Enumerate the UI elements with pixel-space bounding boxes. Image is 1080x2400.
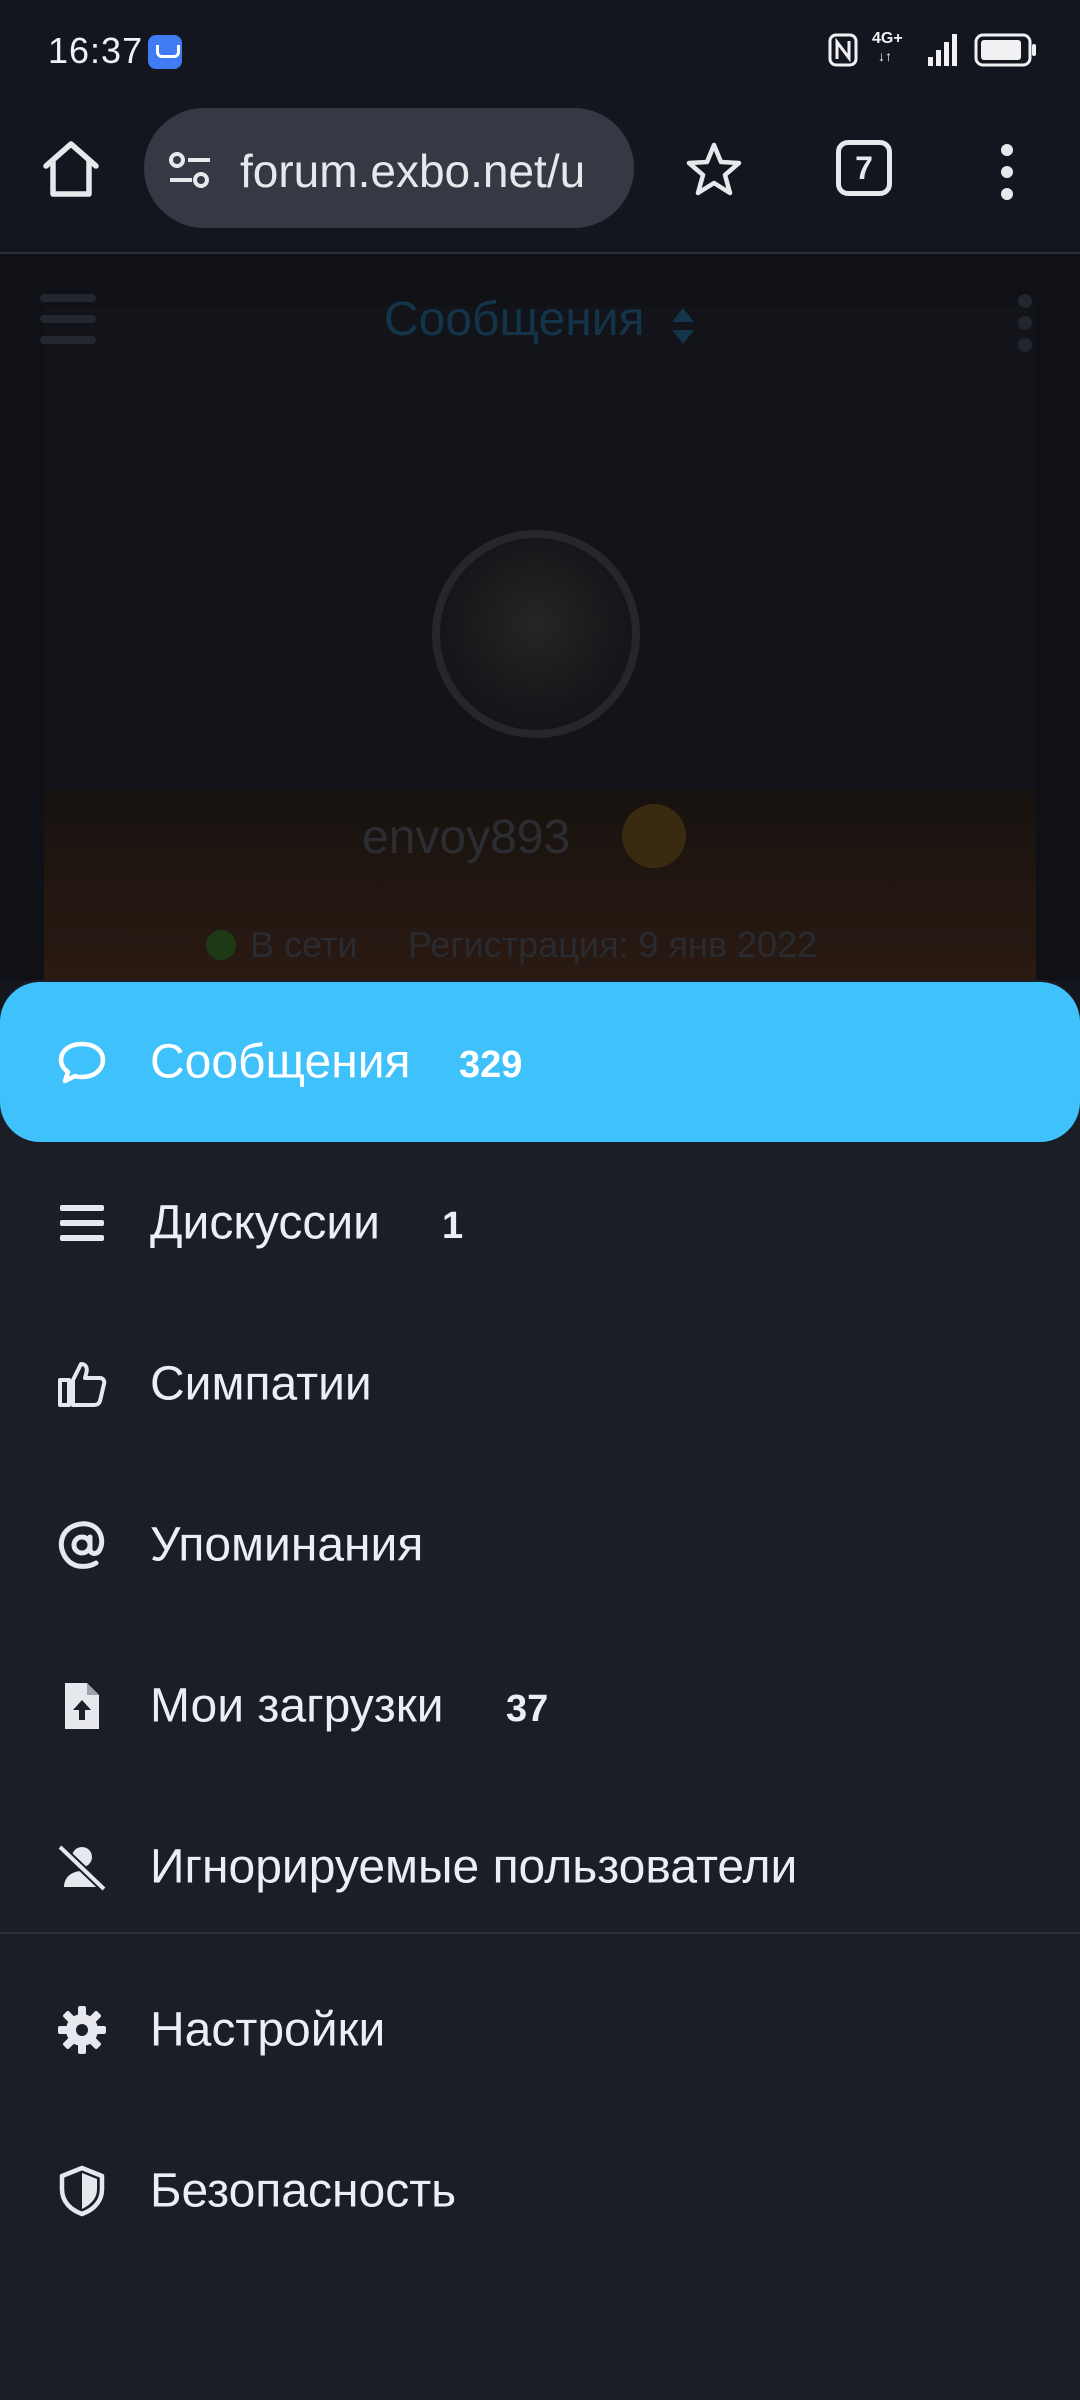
- url-bar[interactable]: forum.exbo.net/u: [144, 108, 634, 228]
- url-text[interactable]: forum.exbo.net/u: [240, 144, 618, 198]
- menu-item-label: Дискуссии: [150, 1196, 380, 1250]
- list-icon: [60, 1205, 104, 1241]
- file-upload-icon: [65, 1683, 99, 1729]
- at-sign-icon: [58, 1521, 105, 1569]
- skull-badge-icon: [622, 804, 686, 868]
- site-settings-icon[interactable]: [168, 148, 212, 192]
- page-header-title: Сообщения: [384, 293, 645, 346]
- signal-icon: [928, 34, 957, 66]
- menu-item-security[interactable]: Безопасность: [0, 2111, 1080, 2271]
- nfc-icon: [828, 33, 858, 67]
- gear-icon: [58, 2006, 106, 2054]
- network-type-icon: 4G+ ↓↑: [872, 30, 903, 64]
- menu-item-likes[interactable]: Симпатии: [0, 1304, 1080, 1464]
- user-slash-icon: [57, 1844, 107, 1892]
- menu-item-uploads[interactable]: Мои загрузки 37: [0, 1626, 1080, 1786]
- menu-item-label: Настройки: [150, 2003, 386, 2057]
- comment-icon: [58, 1041, 106, 1084]
- page-behind-overlay[interactable]: Сообщения envoy893 В сети Регистрация: 9…: [0, 254, 1080, 980]
- more-vert-icon[interactable]: [992, 142, 1022, 202]
- network-type-label: 4G+: [872, 30, 903, 47]
- page-more-icon: [1018, 294, 1034, 354]
- menu-item-ignored-users[interactable]: Игнорируемые пользователи: [0, 1787, 1080, 1947]
- menu-item-label: Мои загрузки: [150, 1679, 444, 1733]
- menu-item-count: 1: [442, 1204, 464, 1247]
- hamburger-icon: [40, 294, 96, 344]
- registration-date: Регистрация: 9 янв 2022: [408, 924, 818, 965]
- menu-item-label: Упоминания: [150, 1518, 424, 1572]
- menu-item-label: Сообщения: [150, 1035, 411, 1089]
- thumbs-up-icon: [58, 1362, 107, 1407]
- online-status-icon: [206, 930, 236, 960]
- menu-item-label: Игнорируемые пользователи: [150, 1840, 798, 1894]
- home-icon[interactable]: [38, 136, 104, 202]
- menu-divider: [0, 1932, 1080, 1934]
- menu-item-count: 37: [506, 1687, 549, 1730]
- status-bar: 16:37 4G+ ↓↑: [0, 0, 1080, 104]
- menu-item-settings[interactable]: Настройки: [0, 1950, 1080, 2110]
- bookmark-star-icon[interactable]: [684, 140, 744, 200]
- online-status-label: В сети: [250, 924, 358, 965]
- menu-item-mentions[interactable]: Упоминания: [0, 1465, 1080, 1625]
- menu-item-count: 329: [459, 1043, 523, 1086]
- profile-username: envoy893: [362, 811, 571, 864]
- tabs-button[interactable]: 7: [836, 140, 892, 196]
- menu-item-posts[interactable]: Сообщения 329: [0, 982, 1080, 1142]
- shield-icon: [59, 2165, 105, 2217]
- sort-caret-icon: [672, 308, 694, 344]
- avatar: [432, 530, 640, 738]
- status-time: 16:37: [48, 30, 144, 71]
- profile-menu-sheet: Сообщения 329 Дискуссии 1 Симпатии Упоми…: [0, 980, 1080, 2400]
- status-icons: 4G+ ↓↑: [828, 30, 1038, 68]
- battery-icon: [974, 33, 1036, 67]
- menu-item-label: Безопасность: [150, 2164, 457, 2218]
- menu-item-label: Симпатии: [150, 1357, 372, 1411]
- browser-toolbar: forum.exbo.net/u 7: [0, 104, 1080, 254]
- app-notification-icon: [148, 35, 182, 69]
- menu-item-discussions[interactable]: Дискуссии 1: [0, 1143, 1080, 1303]
